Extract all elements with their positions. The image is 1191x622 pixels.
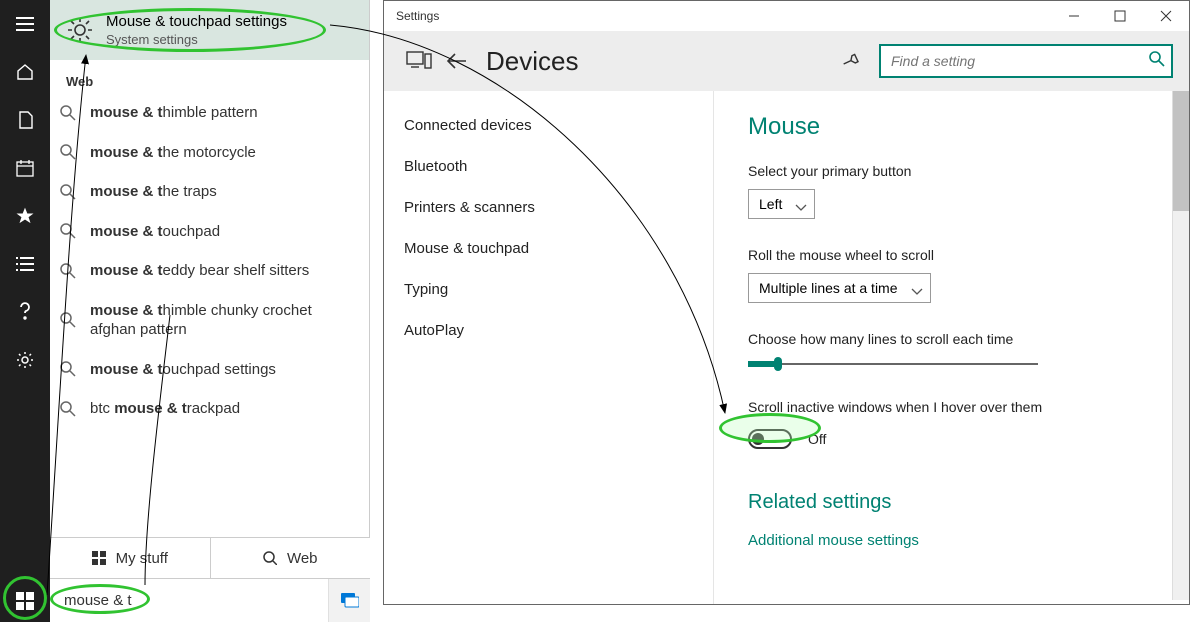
primary-button-dropdown[interactable]: Left bbox=[748, 189, 815, 219]
settings-header: Devices bbox=[384, 31, 1189, 91]
content-scrollbar[interactable] bbox=[1172, 91, 1189, 600]
roll-wheel-label: Roll the mouse wheel to scroll bbox=[748, 247, 1159, 263]
primary-button-value: Left bbox=[759, 196, 782, 212]
cortana-search-panel: Mouse & touchpad settings System setting… bbox=[50, 0, 370, 580]
minimize-button[interactable] bbox=[1051, 1, 1097, 31]
devices-nav-item[interactable]: Typing bbox=[384, 269, 713, 310]
scroll-inactive-label: Scroll inactive windows when I hover ove… bbox=[748, 399, 1159, 415]
chevron-down-icon bbox=[911, 283, 923, 299]
page-title: Devices bbox=[486, 46, 578, 77]
cortana-suggestion[interactable]: mouse & touchpad settings bbox=[50, 350, 369, 390]
tab-web-label: Web bbox=[287, 550, 318, 567]
top-result-title: Mouse & touchpad settings bbox=[106, 13, 287, 30]
document-icon[interactable] bbox=[0, 96, 50, 144]
roll-wheel-dropdown[interactable]: Multiple lines at a time bbox=[748, 273, 931, 303]
window-titlebar: Settings bbox=[384, 1, 1189, 31]
gear-icon[interactable] bbox=[0, 336, 50, 384]
settings-window: Settings Devices Connected devicesBlueto… bbox=[383, 0, 1190, 605]
close-button[interactable] bbox=[1143, 1, 1189, 31]
start-button[interactable] bbox=[0, 579, 50, 622]
cortana-suggestion[interactable]: mouse & touchpad bbox=[50, 212, 369, 252]
search-icon bbox=[60, 401, 76, 417]
search-icon bbox=[60, 184, 76, 200]
cortana-suggestion[interactable]: mouse & the traps bbox=[50, 172, 369, 212]
devices-nav-item[interactable]: Mouse & touchpad bbox=[384, 228, 713, 269]
list-icon[interactable] bbox=[0, 240, 50, 288]
mouse-settings-content: Mouse Select your primary button Left Ro… bbox=[714, 91, 1189, 604]
cortana-section-web-label: Web bbox=[50, 60, 369, 93]
related-settings-heading: Related settings bbox=[748, 491, 1159, 514]
roll-wheel-value: Multiple lines at a time bbox=[759, 280, 898, 296]
chevron-down-icon bbox=[795, 199, 807, 215]
cortana-suggestion[interactable]: mouse & the motorcycle bbox=[50, 133, 369, 173]
star-icon[interactable] bbox=[0, 192, 50, 240]
cortana-suggestion[interactable]: mouse & thimble chunky crochet afghan pa… bbox=[50, 291, 369, 350]
hamburger-icon[interactable] bbox=[0, 0, 50, 48]
scroll-inactive-toggle[interactable] bbox=[748, 429, 792, 449]
tab-my-stuff-label: My stuff bbox=[116, 550, 168, 567]
window-title: Settings bbox=[396, 9, 1051, 23]
lines-to-scroll-slider[interactable] bbox=[748, 363, 1038, 365]
devices-nav-item[interactable]: AutoPlay bbox=[384, 310, 713, 351]
home-icon[interactable] bbox=[0, 48, 50, 96]
devices-nav: Connected devicesBluetoothPrinters & sca… bbox=[384, 91, 714, 604]
back-button[interactable] bbox=[438, 42, 476, 80]
taskbar bbox=[0, 579, 370, 622]
gear-icon bbox=[66, 16, 94, 44]
additional-mouse-settings-link[interactable]: Additional mouse settings bbox=[748, 532, 1159, 549]
search-icon bbox=[60, 312, 76, 328]
find-setting-input[interactable] bbox=[881, 46, 1141, 76]
search-icon bbox=[60, 263, 76, 279]
top-result-subtitle: System settings bbox=[106, 32, 287, 47]
search-icon bbox=[60, 105, 76, 121]
cortana-tabs: My stuff Web bbox=[50, 537, 370, 579]
primary-button-label: Select your primary button bbox=[748, 163, 1159, 179]
devices-icon[interactable] bbox=[400, 42, 438, 80]
pin-icon[interactable] bbox=[833, 44, 867, 78]
tab-my-stuff[interactable]: My stuff bbox=[50, 538, 211, 578]
lines-to-scroll-label: Choose how many lines to scroll each tim… bbox=[748, 331, 1159, 347]
tab-web[interactable]: Web bbox=[211, 538, 371, 578]
cortana-suggestion[interactable]: mouse & thimble pattern bbox=[50, 93, 369, 133]
cortana-suggestion[interactable]: btc mouse & trackpad bbox=[50, 389, 369, 429]
cortana-left-rail bbox=[0, 0, 50, 620]
search-icon bbox=[60, 223, 76, 239]
calendar-icon[interactable] bbox=[0, 144, 50, 192]
search-icon bbox=[1149, 51, 1165, 72]
cortana-top-result[interactable]: Mouse & touchpad settings System setting… bbox=[50, 0, 369, 60]
devices-nav-item[interactable]: Bluetooth bbox=[384, 146, 713, 187]
search-icon bbox=[60, 361, 76, 377]
cortana-search-input[interactable] bbox=[50, 579, 328, 622]
maximize-button[interactable] bbox=[1097, 1, 1143, 31]
devices-nav-item[interactable]: Printers & scanners bbox=[384, 187, 713, 228]
devices-nav-item[interactable]: Connected devices bbox=[384, 105, 713, 146]
search-icon bbox=[60, 144, 76, 160]
taskbar-chat-icon[interactable] bbox=[328, 579, 370, 622]
content-heading: Mouse bbox=[748, 113, 1159, 141]
find-setting-search[interactable] bbox=[879, 44, 1173, 78]
help-icon[interactable] bbox=[0, 288, 50, 336]
cortana-suggestion[interactable]: mouse & teddy bear shelf sitters bbox=[50, 251, 369, 291]
toggle-state-text: Off bbox=[808, 431, 826, 447]
